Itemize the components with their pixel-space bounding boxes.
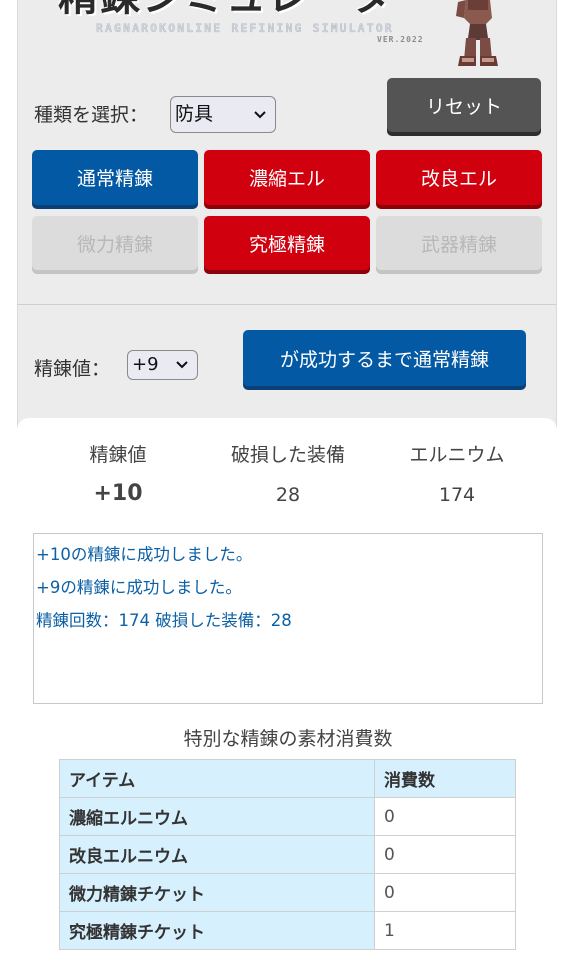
hd-elunium-button[interactable]: 改良エル (376, 150, 542, 205)
stat-broken-value: 28 (275, 484, 301, 506)
stat-broken-header: 破損した装備 (230, 444, 345, 466)
refine-until-success-button[interactable]: が成功するまで通常精錬 (243, 330, 526, 386)
materials-title: 特別な精錬の素材消費数 (183, 728, 393, 750)
weapon-refine-button[interactable]: 武器精錬 (376, 216, 542, 270)
logo-title: 精錬シミュレータ (58, 0, 428, 16)
section-divider (17, 304, 557, 305)
material-count: 0 (374, 873, 516, 912)
material-count: 0 (374, 835, 516, 874)
chevron-down-icon (176, 361, 188, 369)
table-row: 究極精錬チケット 1 (59, 911, 516, 950)
refine-log[interactable]: +10の精錬に成功しました。 +9の精錬に成功しました。 精錬回数：174 破損… (33, 533, 543, 704)
enriched-elunium-button[interactable]: 濃縮エル (204, 150, 370, 205)
logo-subtitle: RAGNAROKONLINE REFINING SIMULATOR (96, 21, 394, 35)
log-line: 精錬回数：174 破損した装備：28 (36, 611, 292, 630)
material-count: 1 (374, 911, 516, 950)
table-header-row: アイテム 消費数 (59, 759, 516, 798)
column-header-item: アイテム (59, 759, 375, 798)
normal-refine-button[interactable]: 通常精錬 (32, 150, 198, 205)
weak-refine-button[interactable]: 微力精錬 (32, 216, 198, 270)
type-label: 種類を選択： (34, 104, 149, 126)
stat-refine-value: +10 (93, 481, 143, 506)
material-count: 0 (374, 797, 516, 836)
character-sprite-icon (456, 0, 498, 66)
refine-value-select[interactable]: +9 (127, 350, 198, 380)
stat-elunium-header: エルニウム (409, 444, 505, 466)
log-line: +10の精錬に成功しました。 (36, 545, 253, 564)
ultimate-refine-button[interactable]: 究極精錬 (204, 216, 370, 270)
reset-button[interactable]: リセット (387, 78, 541, 132)
refine-value-select-value: +9 (132, 354, 159, 375)
log-line: +9の精錬に成功しました。 (36, 578, 242, 597)
type-select[interactable]: 防具 (170, 96, 276, 133)
material-name: 究極精錬チケット (59, 911, 375, 950)
table-row: 濃縮エルニウム 0 (59, 797, 516, 836)
stat-elunium-value: 174 (438, 484, 476, 506)
table-row: 微力精錬チケット 0 (59, 873, 516, 912)
refine-value-label: 精錬値： (34, 358, 111, 380)
logo-version: VER.2022 (377, 35, 424, 44)
material-name: 濃縮エルニウム (59, 797, 375, 836)
type-select-value: 防具 (175, 103, 214, 125)
materials-table: アイテム 消費数 濃縮エルニウム 0 改良エルニウム 0 微力精錬チケット 0 … (59, 759, 516, 950)
material-name: 改良エルニウム (59, 835, 375, 874)
column-header-count: 消費数 (374, 759, 516, 798)
stat-refine-header: 精錬値 (89, 444, 147, 466)
material-name: 微力精錬チケット (59, 873, 375, 912)
table-row: 改良エルニウム 0 (59, 835, 516, 874)
chevron-down-icon (254, 110, 266, 118)
